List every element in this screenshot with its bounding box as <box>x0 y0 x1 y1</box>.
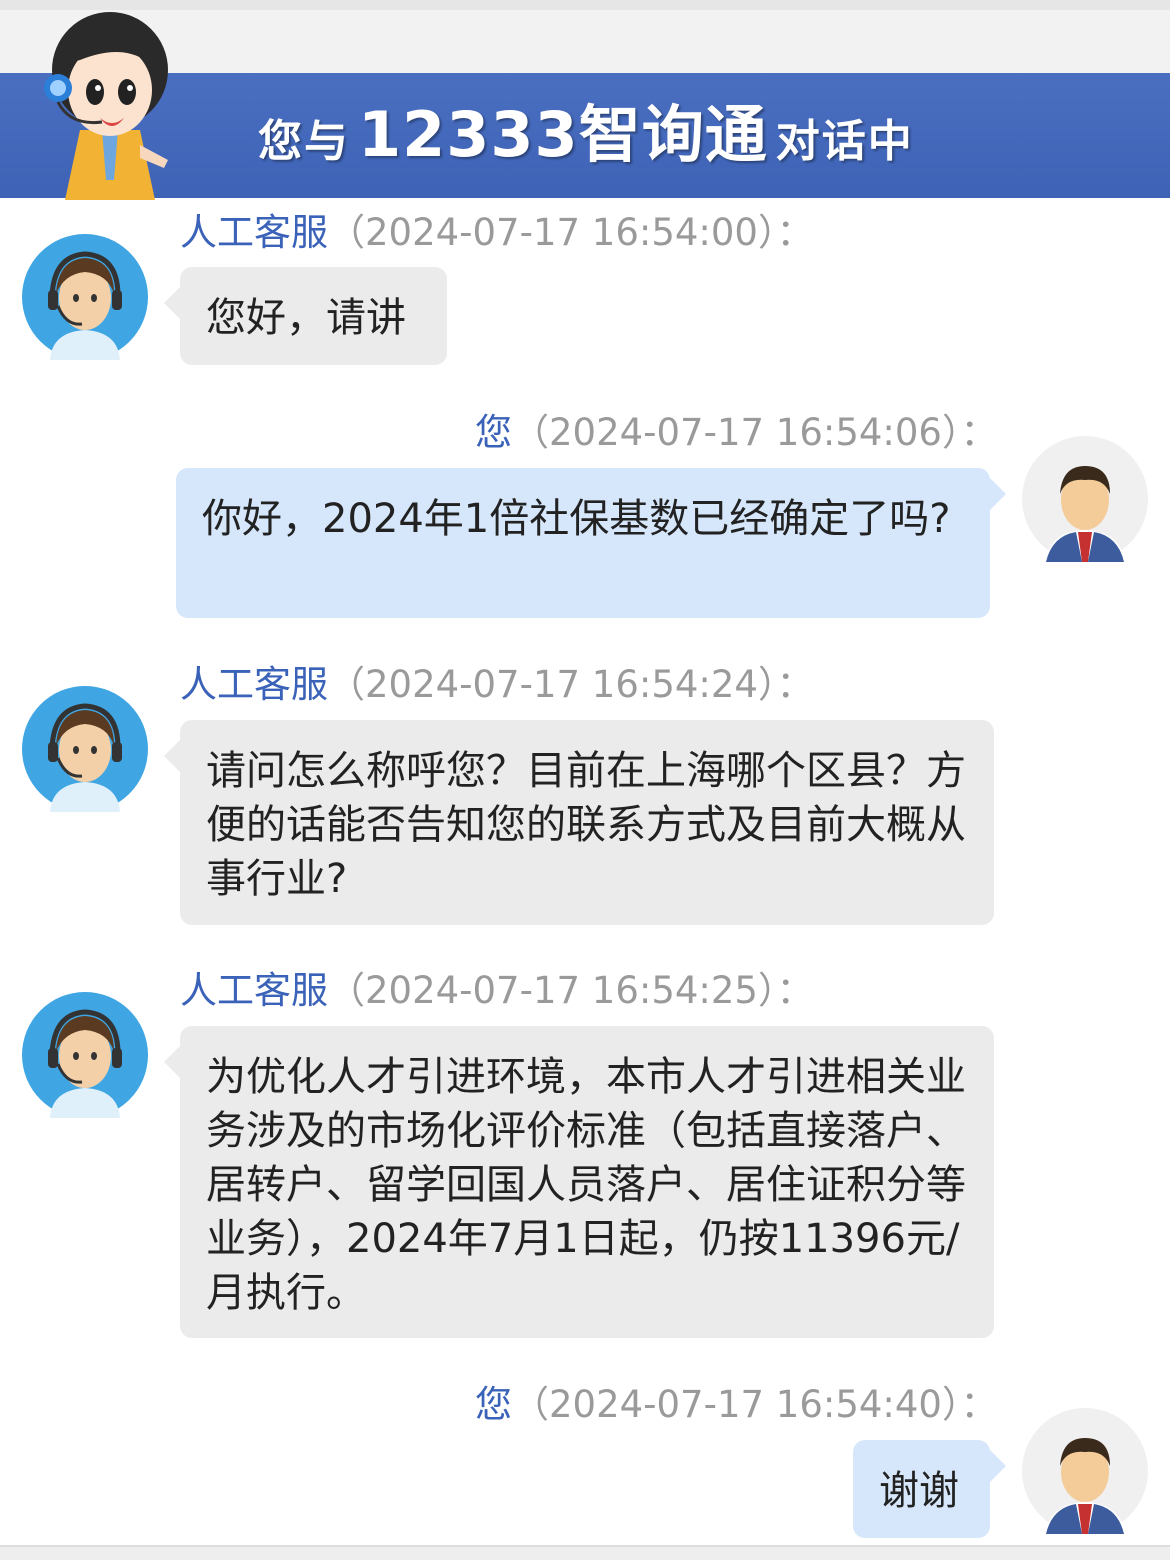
sender-name: 您 <box>475 411 512 454</box>
agent-message-bubble: 请问怎么称呼您？目前在上海哪个区县？方便的话能否告知您的联系方式及目前大概从事行… <box>164 720 994 925</box>
sender-name: 人工客服 <box>180 663 328 706</box>
message-text: 你好，2024年1倍社保基数已经确定了吗? <box>202 496 951 542</box>
agent-headset-avatar-icon <box>22 234 148 360</box>
user-message-bubble: 你好，2024年1倍社保基数已经确定了吗? <box>176 468 1006 618</box>
agent-message-bubble: 为优化人才引进环境，本市人才引进相关业务涉及的市场化评价标准（包括直接落户、居转… <box>164 1026 994 1338</box>
message-text: 请问怎么称呼您？目前在上海哪个区县？方便的话能否告知您的联系方式及目前大概从事行… <box>206 748 966 902</box>
user-message-bubble: 谢谢 <box>853 1440 1006 1538</box>
message-meta: 人工客服（2024-07-17 16:54:00）： <box>180 208 813 258</box>
user-avatar-icon <box>1022 436 1148 562</box>
chat-header-title: 您与 12333智询通 对话中 <box>258 100 914 170</box>
header-title-brand: 12333智询通 <box>358 98 768 171</box>
bottom-divider <box>0 1545 1170 1560</box>
message-text: 为优化人才引进环境，本市人才引进相关业务涉及的市场化评价标准（包括直接落户、居转… <box>206 1054 966 1316</box>
user-avatar-icon <box>1022 1408 1148 1534</box>
header-title-prefix: 您与 <box>258 116 350 167</box>
message-meta: 人工客服（2024-07-17 16:54:25）： <box>180 966 813 1016</box>
message-timestamp: （2024-07-17 16:54:00）： <box>328 211 814 254</box>
message-meta: 您（2024-07-17 16:54:06）： <box>475 408 997 458</box>
agent-headset-avatar-icon <box>22 992 148 1118</box>
message-text: 谢谢 <box>879 1468 959 1514</box>
sender-name: 人工客服 <box>180 969 328 1012</box>
sender-name: 人工客服 <box>180 211 328 254</box>
message-meta: 您（2024-07-17 16:54:40）： <box>475 1380 997 1430</box>
message-timestamp: （2024-07-17 16:54:40）： <box>512 1383 998 1426</box>
message-meta: 人工客服（2024-07-17 16:54:24）： <box>180 660 813 710</box>
sender-name: 您 <box>475 1383 512 1426</box>
message-text: 您好，请讲 <box>206 295 406 341</box>
header-title-suffix: 对话中 <box>775 116 914 167</box>
message-timestamp: （2024-07-17 16:54:24）： <box>328 663 814 706</box>
message-timestamp: （2024-07-17 16:54:25）： <box>328 969 814 1012</box>
chat-page: 您与 12333智询通 对话中 人工客服（2024-07-17 16:54:00）：… <box>0 0 1170 1560</box>
agent-headset-avatar-icon <box>22 686 148 812</box>
agent-message-bubble: 您好，请讲 <box>164 267 447 365</box>
customer-service-mascot-icon <box>44 12 168 200</box>
message-timestamp: （2024-07-17 16:54:06）： <box>512 411 998 454</box>
